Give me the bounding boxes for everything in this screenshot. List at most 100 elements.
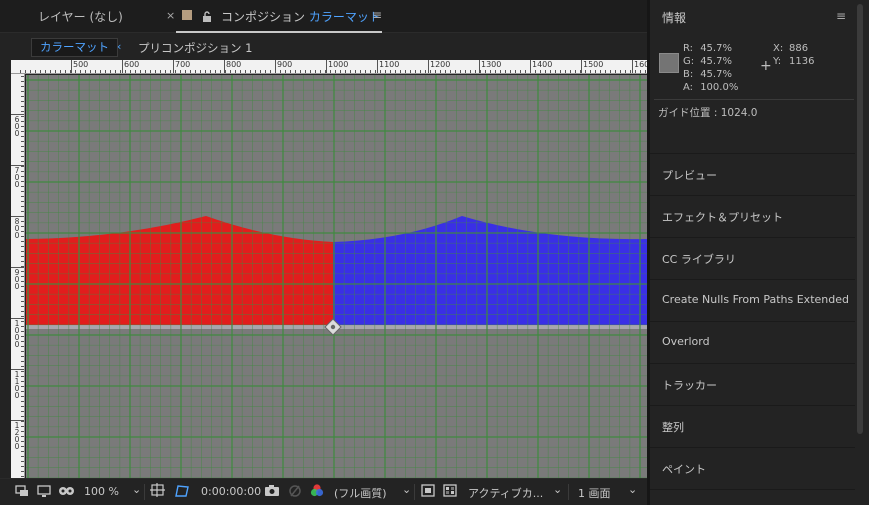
ruler-minor-tick	[125, 70, 126, 73]
ruler-minor-tick	[115, 70, 116, 73]
x-value: 886	[789, 43, 809, 54]
ruler-minor-tick	[40, 70, 41, 73]
tab-menu-icon[interactable]: ≡	[372, 8, 382, 22]
panel-label: CC ライブラリ	[662, 253, 736, 266]
divider	[654, 99, 854, 100]
lock-icon[interactable]	[202, 8, 212, 22]
zoom-chevron-icon[interactable]: ⌄	[132, 483, 141, 496]
info-panel: 情報 ≡ R: 45.7% G: 45.7% B: 45.7% A: 100.0…	[650, 0, 869, 505]
info-menu-icon[interactable]: ≡	[836, 9, 846, 23]
ruler-minor-tick	[520, 70, 521, 73]
channel-icon[interactable]	[309, 483, 325, 499]
panel-preview[interactable]: プレビュー	[650, 153, 855, 194]
camera-chevron-icon[interactable]: ⌄	[553, 483, 562, 496]
monitor-icon[interactable]	[36, 483, 52, 499]
ruler-minor-tick	[21, 371, 24, 372]
tab-layer[interactable]: レイヤー (なし)	[38, 8, 123, 25]
panel-tracker[interactable]: トラッカー	[650, 363, 855, 404]
panel-cc-libraries[interactable]: CC ライブラリ	[650, 237, 855, 278]
ruler-minor-tick	[21, 191, 24, 192]
ruler-label: 900	[14, 268, 20, 291]
cursor-position: X: 886 Y: 1136	[773, 42, 814, 68]
ruler-minor-tick	[185, 70, 186, 73]
ruler-minor-tick	[21, 121, 24, 122]
ruler-minor-tick	[95, 70, 96, 73]
camera-icon[interactable]	[264, 483, 280, 499]
ruler-minor-tick	[260, 70, 261, 73]
zoom-select[interactable]: 100 %	[84, 485, 119, 498]
ruler-label: 1600	[634, 60, 647, 69]
ruler-minor-tick	[645, 70, 646, 73]
divider	[568, 484, 569, 500]
ruler-minor-tick	[540, 70, 541, 73]
ruler-minor-tick	[515, 70, 516, 73]
ruler-minor-tick	[35, 70, 36, 73]
ruler-minor-tick	[200, 70, 201, 73]
panel-effects-presets[interactable]: エフェクト＆プリセット	[650, 195, 855, 236]
tab-close-icon[interactable]: ×	[166, 9, 175, 22]
g-label: G:	[683, 56, 695, 67]
panel-next[interactable]	[650, 489, 855, 505]
chevron-left-icon[interactable]: ‹	[117, 40, 121, 53]
b-label: B:	[683, 69, 694, 80]
ruler-minor-tick	[21, 356, 24, 357]
crumb-precomp[interactable]: プリコンポジション 1	[138, 40, 252, 56]
ruler-minor-tick	[21, 81, 24, 82]
ruler-minor-tick	[21, 116, 24, 117]
ruler-label: 600	[124, 60, 140, 69]
panel-label: プレビュー	[662, 169, 717, 182]
ruler-minor-tick	[545, 70, 546, 73]
ruler-minor-tick	[21, 256, 24, 257]
ruler-minor-tick	[140, 70, 141, 73]
grid-guides-icon[interactable]	[150, 483, 166, 499]
views-select[interactable]: 1 画面	[578, 485, 611, 501]
panel-label: 整列	[662, 421, 684, 434]
camera-select[interactable]: アクティブカ...	[468, 485, 543, 501]
composition-viewer[interactable]	[26, 75, 647, 478]
ruler-minor-tick	[21, 176, 24, 177]
ruler-major-tick	[326, 60, 327, 73]
r-label: R:	[683, 43, 694, 54]
panel-overlord[interactable]: Overlord	[650, 321, 855, 362]
ruler-minor-tick	[135, 70, 136, 73]
mask-view-icon[interactable]	[58, 483, 74, 499]
ruler-minor-tick	[555, 70, 556, 73]
show-snapshot-icon[interactable]	[287, 483, 303, 499]
ruler-minor-tick	[490, 70, 491, 73]
ruler-minor-tick	[21, 476, 24, 477]
ruler-minor-tick	[165, 70, 166, 73]
ruler-minor-tick	[300, 70, 301, 73]
ruler-minor-tick	[21, 206, 24, 207]
ruler-vertical[interactable]: 600 700 800 900 1000 1100 1200	[11, 74, 25, 478]
ruler-minor-tick	[21, 136, 24, 137]
ruler-minor-tick	[21, 241, 24, 242]
ruler-minor-tick	[21, 396, 24, 397]
ruler-minor-tick	[460, 70, 461, 73]
tab-composition[interactable]: コンポジション カラーマット	[221, 8, 381, 25]
ruler-minor-tick	[265, 70, 266, 73]
mask-path-icon[interactable]	[174, 483, 190, 499]
region-of-interest-icon[interactable]	[420, 483, 436, 499]
timecode[interactable]: 0:00:00:00	[201, 485, 261, 498]
ruler-minor-tick	[21, 341, 24, 342]
transparency-grid-icon[interactable]	[442, 483, 458, 499]
panel-paint[interactable]: ペイント	[650, 447, 855, 488]
panel-align[interactable]: 整列	[650, 405, 855, 446]
ruler-minor-tick	[615, 70, 616, 73]
panel-scrollbar[interactable]	[857, 4, 863, 434]
tab-comp-prefix: コンポジション	[221, 10, 306, 24]
snapshot-region-icon[interactable]	[14, 483, 30, 499]
panel-create-nulls[interactable]: Create Nulls From Paths Extended	[650, 279, 855, 320]
ruler-minor-tick	[130, 70, 131, 73]
resolution-select[interactable]: (フル画質)	[334, 485, 387, 501]
resolution-chevron-icon[interactable]: ⌄	[402, 483, 411, 496]
ruler-minor-tick	[215, 70, 216, 73]
ruler-label: 1000	[14, 319, 20, 349]
ruler-horizontal[interactable]: 500 600 700 800 900 1000 1100 1200 1300 1400 1500 1…	[11, 60, 647, 74]
ruler-minor-tick	[21, 151, 24, 152]
ruler-minor-tick	[21, 311, 24, 312]
views-chevron-icon[interactable]: ⌄	[628, 483, 637, 496]
ruler-minor-tick	[21, 271, 24, 272]
crumb-active-comp[interactable]: カラーマット	[31, 38, 118, 57]
ruler-minor-tick	[21, 251, 24, 252]
